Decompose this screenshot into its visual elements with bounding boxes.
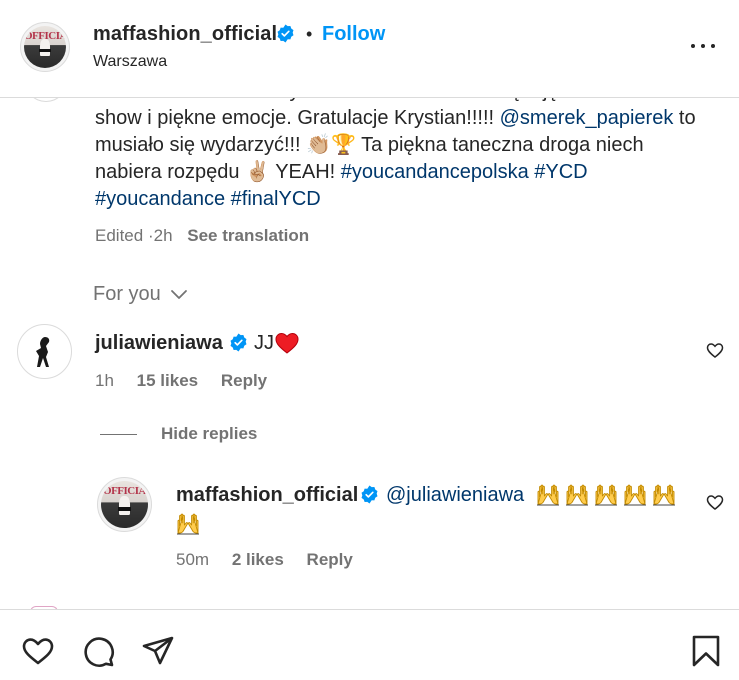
caption-line-2-text: show i piękne emocje. Gratulacje Krystia… — [95, 107, 500, 129]
verified-badge-icon — [230, 333, 247, 352]
header-separator: • — [306, 24, 313, 44]
more-options-icon[interactable] — [690, 36, 716, 56]
comment-time[interactable]: 1h — [95, 371, 114, 390]
comment-reply-button[interactable]: Reply — [221, 371, 267, 390]
reply-username[interactable]: maffashion_official — [176, 484, 358, 507]
reply-meta: 50m 2 likes Reply — [176, 550, 353, 570]
comment-sort-dropdown[interactable]: For you — [93, 283, 188, 306]
edited-label: Edited — [95, 226, 144, 245]
post-action-bar — [0, 609, 739, 680]
raising-hands-emoji-icon — [566, 484, 588, 506]
hide-replies-button[interactable]: Hide replies — [100, 424, 257, 444]
hashtag-link[interactable]: #YCD — [534, 161, 587, 183]
comment-likes-count[interactable]: 15 likes — [137, 371, 198, 390]
avatar-figure — [118, 496, 131, 515]
verified-badge-icon — [277, 24, 294, 43]
reply-likes-count[interactable]: 2 likes — [232, 550, 284, 569]
reply-mention-link[interactable]: @juliawieniawa — [386, 484, 524, 507]
author-username[interactable]: maffashion_official — [93, 23, 277, 46]
chevron-down-icon — [171, 289, 188, 299]
caption-line-5: #youcandance #finalYCD — [95, 186, 715, 213]
heart-icon[interactable] — [21, 634, 55, 668]
raising-hands-emoji-icon — [537, 484, 559, 506]
avatar-image — [36, 337, 50, 367]
hashtag-link[interactable]: #youcandancepolska — [341, 161, 529, 183]
bookmark-icon[interactable] — [689, 634, 723, 668]
comment-sort-label: For you — [93, 283, 161, 305]
caption-line-4-text: nabiera rozpędu ✌🏼 YEAH! — [95, 161, 341, 183]
share-icon[interactable] — [141, 634, 175, 668]
hashtag-link[interactable]: #youcandance — [95, 188, 225, 210]
caption-line-2: show i piękne emocje. Gratulacje Krystia… — [95, 105, 715, 132]
commenter-username[interactable]: juliawieniawa — [95, 332, 223, 355]
reply-reply-button[interactable]: Reply — [307, 550, 353, 569]
hide-replies-label: Hide replies — [161, 424, 258, 443]
avatar-figure-band — [117, 506, 132, 511]
caption-line-3: musiało się wydarzyć!!! 👏🏼🏆 Ta piękna ta… — [95, 134, 644, 156]
caption-mention-link[interactable]: @smerek_papierek — [500, 107, 674, 129]
avatar-image: OFFICIA — [101, 481, 148, 528]
comment-meta: 1h 15 likes Reply — [95, 371, 267, 391]
avatar-figure — [39, 39, 51, 57]
hashtag-link[interactable]: #finalYCD — [231, 188, 321, 210]
raising-hands-emoji-icon — [595, 484, 617, 506]
reply-time[interactable]: 50m — [176, 550, 209, 569]
caption-line-2-end: to — [673, 107, 696, 129]
caption-time[interactable]: 2h — [154, 226, 173, 245]
raising-hands-emoji-icon — [653, 484, 675, 506]
reply-like-heart-icon[interactable] — [705, 492, 725, 512]
comment-text: JJ — [254, 332, 274, 354]
raising-hands-emoji-icon — [177, 513, 199, 535]
post-caption: Serce i brawa dla wszystkich uczestników… — [95, 78, 715, 213]
reply-author-avatar[interactable]: OFFICIA — [97, 477, 152, 532]
comment-icon[interactable] — [81, 634, 115, 668]
comment-like-heart-icon[interactable] — [705, 340, 725, 360]
post-header: OFFICIA maffashion_official • Follow War… — [0, 0, 739, 98]
red-heart-emoji-icon — [275, 332, 299, 354]
author-avatar[interactable]: OFFICIA — [20, 22, 70, 72]
post-location[interactable]: Warszawa — [93, 53, 167, 71]
raising-hands-emoji-icon — [624, 484, 646, 506]
replies-divider-line — [100, 434, 137, 436]
avatar-image: OFFICIA — [24, 26, 66, 68]
caption-meta: Edited ·2h See translation — [95, 226, 309, 246]
follow-button[interactable]: Follow — [322, 23, 385, 46]
caption-line-4: nabiera rozpędu ✌🏼 YEAH! #youcandancepol… — [95, 159, 715, 186]
reply-emojis-wrap — [176, 512, 205, 536]
avatar-figure-band — [39, 49, 51, 53]
see-translation-button[interactable]: See translation — [187, 226, 309, 245]
verified-badge-icon — [361, 485, 378, 504]
reply-emojis — [536, 483, 686, 507]
commenter-avatar[interactable] — [17, 324, 72, 379]
